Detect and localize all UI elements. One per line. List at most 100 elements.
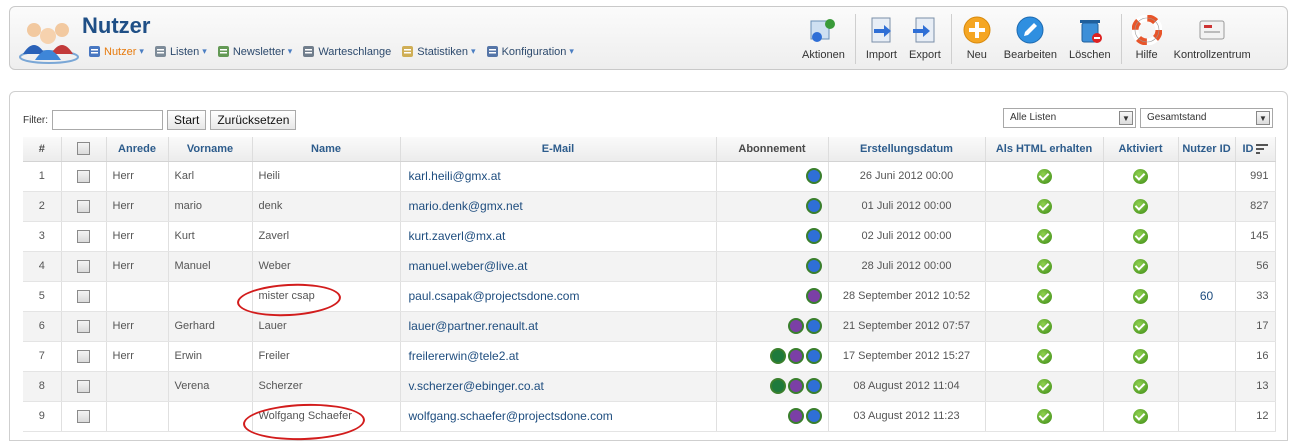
subscription-status-icon[interactable]	[805, 378, 822, 394]
menu-item-listen[interactable]: Listen ▾	[154, 45, 207, 58]
subscription-status-icon[interactable]	[805, 258, 822, 274]
subscription-status-icon[interactable]	[787, 318, 804, 334]
actions-button[interactable]: Aktionen	[796, 11, 851, 67]
created-date-cell: 03 August 2012 11:23	[828, 401, 986, 432]
menu-item-nutzer[interactable]: Nutzer ▾	[88, 45, 144, 58]
check-icon[interactable]	[1036, 198, 1052, 214]
table-row[interactable]: 9 Wolfgang Schaefer wolfgang.schaefer@proj…	[23, 401, 1276, 432]
new-button[interactable]: Neu	[956, 11, 998, 67]
row-checkbox[interactable]	[77, 409, 90, 423]
row-select-cell	[61, 371, 107, 402]
subscription-dots	[723, 198, 822, 214]
table-row[interactable]: 7 Herr Erwin Freiler freilererwin@tele2.at 17…	[23, 341, 1276, 372]
name-cell: Weber	[252, 251, 401, 282]
edit-button[interactable]: Bearbeiten	[998, 11, 1063, 67]
column-id[interactable]: ID	[1235, 137, 1276, 162]
subscription-cell	[716, 371, 829, 402]
check-icon[interactable]	[1133, 348, 1148, 364]
check-icon[interactable]	[1036, 408, 1052, 424]
email-link[interactable]: freilererwin@tele2.at	[400, 341, 717, 372]
salutation-cell	[106, 371, 169, 402]
row-checkbox[interactable]	[77, 229, 90, 243]
table-row[interactable]: 3 Herr Kurt Zaverl kurt.zaverl@mx.at 02 Juli …	[23, 221, 1276, 252]
email-link[interactable]: manuel.weber@live.at	[400, 251, 717, 282]
subscription-status-icon[interactable]	[805, 348, 822, 364]
menu-item-statistiken[interactable]: Statistiken ▾	[401, 45, 476, 58]
check-icon[interactable]	[1133, 198, 1148, 214]
column-name[interactable]: Name	[252, 137, 401, 162]
email-link[interactable]: wolfgang.schaefer@projectsdone.com	[400, 401, 717, 432]
active-cell	[1103, 341, 1179, 372]
check-icon[interactable]	[1036, 318, 1052, 334]
table-row[interactable]: 8 Verena Scherzer v.scherzer@ebinger.co.at 0…	[23, 371, 1276, 402]
delete-button[interactable]: Löschen	[1063, 11, 1117, 67]
row-checkbox[interactable]	[77, 379, 90, 393]
email-link[interactable]: karl.heili@gmx.at	[400, 161, 717, 192]
menu-item-newsletter[interactable]: Newsletter ▾	[217, 45, 292, 58]
email-link[interactable]: mario.denk@gmx.net	[400, 191, 717, 222]
help-button[interactable]: Hilfe	[1126, 11, 1168, 67]
column-email[interactable]: E-Mail	[400, 137, 717, 162]
column-salutation[interactable]: Anrede	[106, 137, 169, 162]
subscription-status-icon[interactable]	[805, 198, 822, 214]
subscription-status-icon[interactable]	[787, 348, 804, 364]
subscription-status-icon[interactable]	[805, 288, 822, 304]
check-icon[interactable]	[1133, 258, 1148, 274]
subscription-status-icon[interactable]	[769, 348, 786, 364]
export-button[interactable]: Export	[903, 11, 947, 67]
subscription-status-icon[interactable]	[805, 168, 822, 184]
check-icon[interactable]	[1036, 378, 1052, 394]
subscription-status-icon[interactable]	[787, 378, 804, 394]
check-icon[interactable]	[1036, 288, 1052, 304]
reset-button[interactable]: Zurücksetzen	[210, 110, 297, 130]
email-link[interactable]: paul.csapak@projectsdone.com	[400, 281, 717, 312]
check-icon[interactable]	[1036, 228, 1052, 244]
subscription-status-icon[interactable]	[805, 318, 822, 334]
subscription-status-icon[interactable]	[805, 408, 822, 424]
user-id-cell	[1178, 341, 1236, 372]
row-checkbox[interactable]	[77, 259, 90, 273]
row-checkbox[interactable]	[77, 169, 90, 183]
column-active[interactable]: Aktiviert	[1103, 137, 1179, 162]
column-html[interactable]: Als HTML erhalten	[985, 137, 1104, 162]
email-link[interactable]: kurt.zaverl@mx.at	[400, 221, 717, 252]
row-checkbox[interactable]	[77, 319, 90, 333]
check-icon[interactable]	[1133, 318, 1148, 334]
check-icon[interactable]	[1133, 228, 1148, 244]
filter-input[interactable]	[52, 110, 163, 130]
table-row[interactable]: 1 Herr Karl Heili karl.heili@gmx.at 26 Juni 2…	[23, 161, 1276, 192]
control-center-button[interactable]: Kontrollzentrum	[1168, 11, 1257, 67]
user-id-cell[interactable]: 60	[1178, 281, 1236, 312]
check-icon[interactable]	[1133, 168, 1148, 184]
check-icon[interactable]	[1133, 378, 1148, 394]
subscription-status-icon[interactable]	[787, 408, 804, 424]
select-all-checkbox[interactable]	[77, 142, 90, 156]
check-icon[interactable]	[1036, 168, 1052, 184]
row-checkbox[interactable]	[77, 349, 90, 363]
row-checkbox[interactable]	[77, 199, 90, 213]
menu-item-konfiguration[interactable]: Konfiguration ▾	[486, 45, 574, 58]
firstname-cell: Verena	[168, 371, 253, 402]
start-button[interactable]: Start	[167, 110, 207, 130]
import-button[interactable]: Import	[860, 11, 903, 67]
table-row[interactable]: 5 mister csap paul.csapak@projectsdone.com…	[23, 281, 1276, 312]
table-row[interactable]: 4 Herr Manuel Weber manuel.weber@live.at 28 J…	[23, 251, 1276, 282]
user-id-cell	[1178, 311, 1236, 342]
table-row[interactable]: 2 Herr mario denk mario.denk@gmx.net 01 Juli …	[23, 191, 1276, 222]
column-user-id[interactable]: Nutzer ID	[1178, 137, 1236, 162]
check-icon[interactable]	[1133, 408, 1148, 424]
column-created[interactable]: Erstellungsdatum	[828, 137, 986, 162]
check-icon[interactable]	[1133, 288, 1148, 304]
column-firstname[interactable]: Vorname	[168, 137, 253, 162]
subscription-status-icon[interactable]	[805, 228, 822, 244]
list-select[interactable]: Alle Listen ▼	[1003, 108, 1136, 128]
menu-item-warteschlange[interactable]: Warteschlange	[302, 45, 391, 58]
email-link[interactable]: v.scherzer@ebinger.co.at	[400, 371, 717, 402]
table-row[interactable]: 6 Herr Gerhard Lauer lauer@partner.renault.a…	[23, 311, 1276, 342]
subscription-status-icon[interactable]	[769, 378, 786, 394]
check-icon[interactable]	[1036, 258, 1052, 274]
check-icon[interactable]	[1036, 348, 1052, 364]
status-select[interactable]: Gesamtstand ▼	[1140, 108, 1273, 128]
email-link[interactable]: lauer@partner.renault.at	[400, 311, 717, 342]
row-checkbox[interactable]	[77, 289, 90, 303]
